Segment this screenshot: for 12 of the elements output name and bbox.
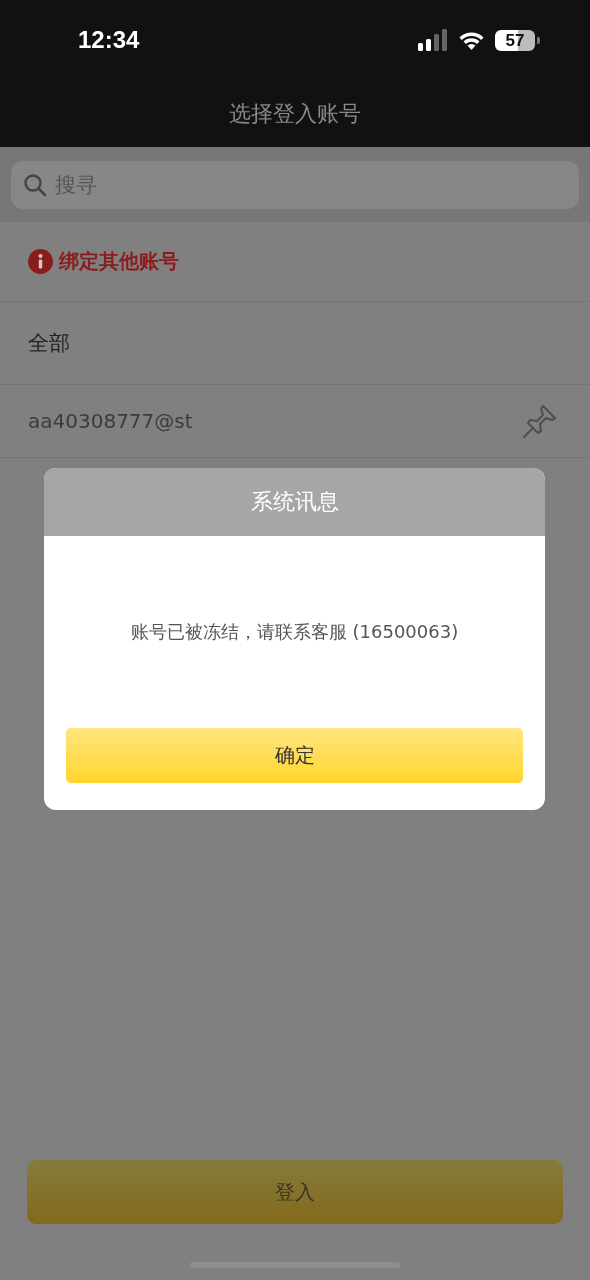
info-icon [28,249,53,274]
wifi-icon [458,30,485,50]
login-button[interactable]: 登入 [27,1160,563,1224]
signal-icon [418,29,448,51]
confirm-button[interactable]: 确定 [66,728,523,783]
search-icon [23,173,47,197]
dialog-message: 账号已被冻结，请联系客服 (16500063) [130,620,459,644]
dialog-title: 系统讯息 [250,488,339,516]
pin-icon[interactable] [522,403,558,439]
group-label: 全部 [28,330,70,357]
status-time: 12:34 [78,26,140,54]
screen-title: 选择登入账号 [229,99,361,128]
